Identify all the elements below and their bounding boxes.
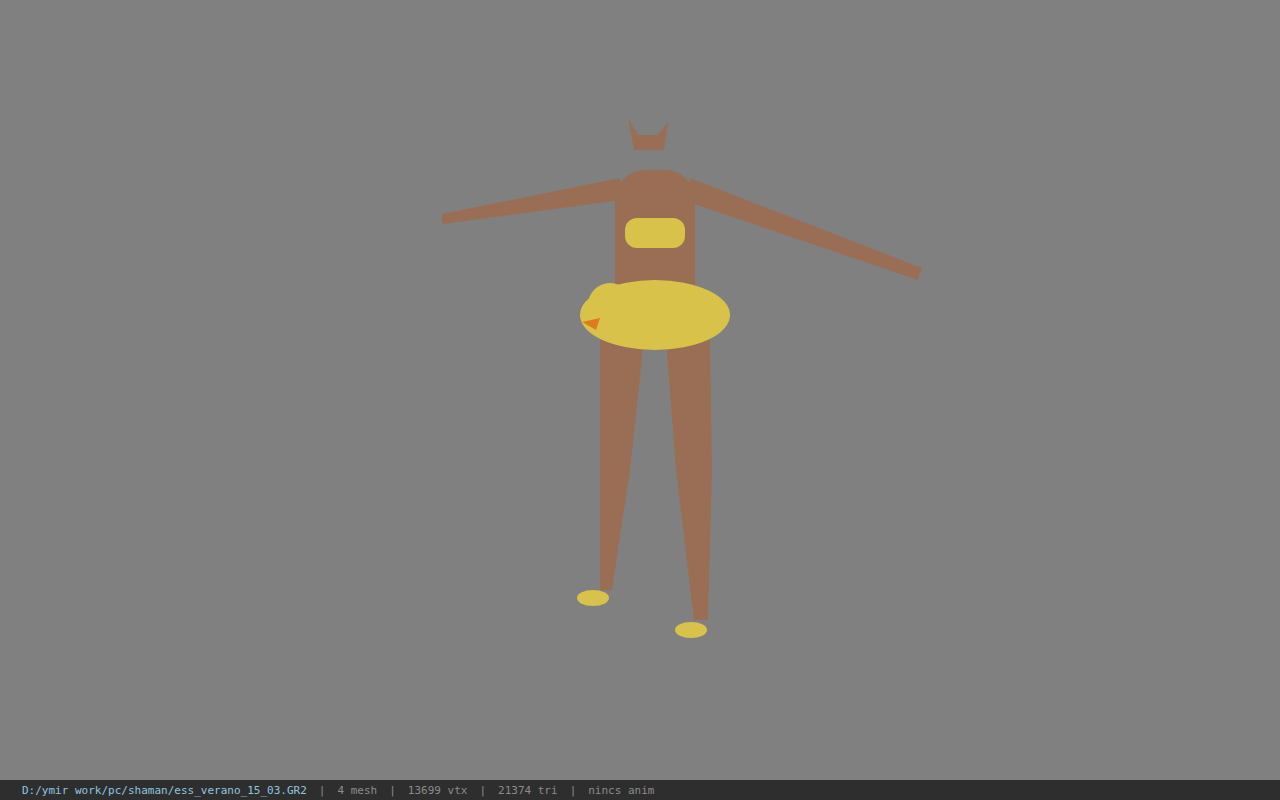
separator: | (479, 784, 486, 797)
stat-item: nincs anim (588, 784, 654, 797)
stat-item: 13699 vtx (408, 784, 468, 797)
stat-item: 21374 tri (498, 784, 558, 797)
model-figure-icon (430, 110, 940, 670)
separator: | (319, 784, 326, 797)
file-path: D:/ymir work/pc/shaman/ess_verano_15_03.… (22, 784, 307, 797)
separator: | (389, 784, 396, 797)
separator: | (570, 784, 577, 797)
stat-item: 4 mesh (337, 784, 377, 797)
model-viewport[interactable] (0, 0, 1280, 780)
status-bar: D:/ymir work/pc/shaman/ess_verano_15_03.… (0, 780, 1280, 800)
